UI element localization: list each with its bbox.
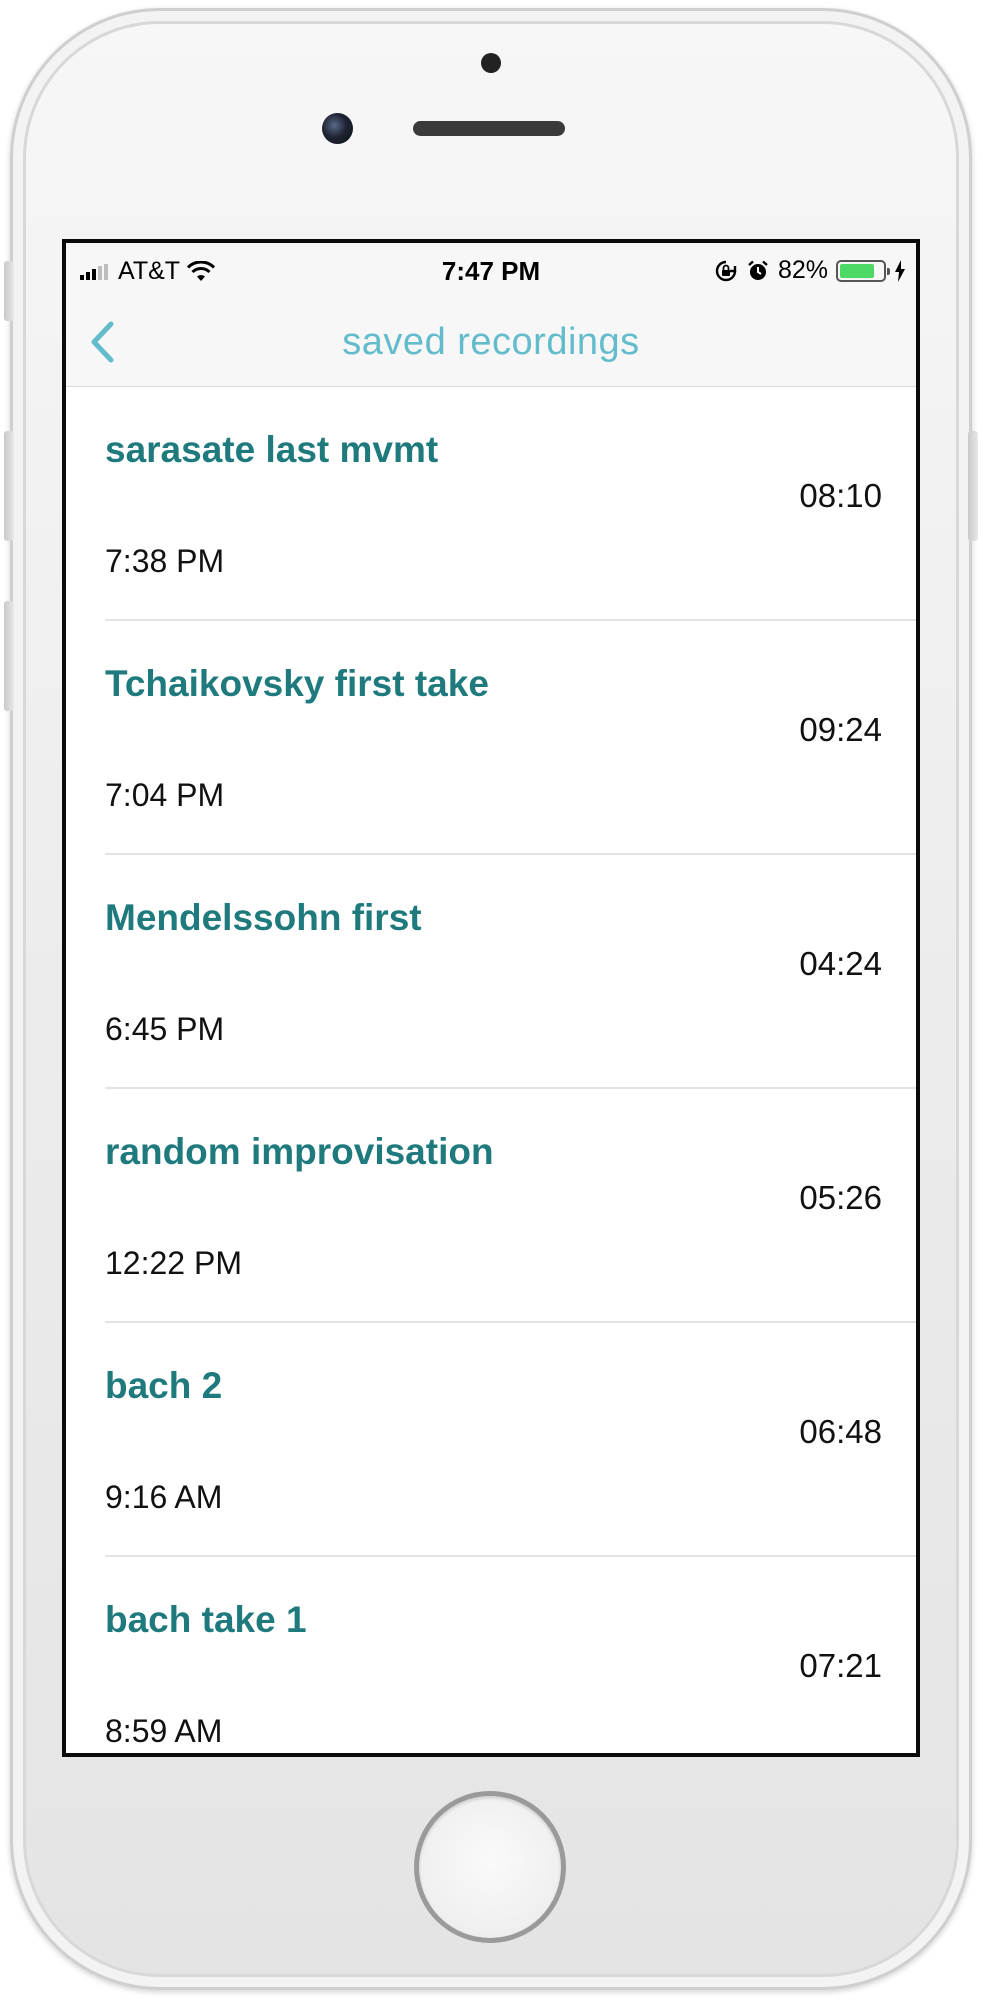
recording-duration: 04:24 bbox=[799, 945, 882, 982]
recording-title: Tchaikovsky first take bbox=[105, 663, 489, 704]
mute-switch bbox=[4, 261, 14, 321]
recording-duration: 07:21 bbox=[799, 1647, 882, 1684]
volume-down-button bbox=[4, 601, 14, 711]
battery-terminal bbox=[887, 267, 890, 275]
recording-time: 12:22 PM bbox=[105, 1245, 242, 1281]
recording-duration: 06:48 bbox=[799, 1413, 882, 1450]
recording-duration: 09:24 bbox=[799, 711, 882, 748]
recording-time: 6:45 PM bbox=[105, 1011, 225, 1047]
recording-row[interactable]: random improvisation 05:26 12:22 PM bbox=[66, 1089, 916, 1323]
recording-time: 7:38 PM bbox=[105, 543, 225, 579]
recording-title: bach 2 bbox=[105, 1365, 223, 1406]
recording-time: 8:59 AM bbox=[105, 1713, 223, 1749]
status-right: 82% bbox=[714, 256, 906, 285]
battery-icon bbox=[836, 259, 890, 282]
alarm-icon bbox=[748, 260, 768, 280]
recording-title: sarasate last mvmt bbox=[105, 429, 439, 470]
rotation-lock-icon bbox=[715, 260, 737, 281]
recording-row[interactable]: Tchaikovsky first take 09:24 7:04 PM bbox=[66, 621, 916, 855]
recording-row[interactable]: bach take 1 07:21 8:59 AM bbox=[66, 1557, 916, 1753]
recordings-list: sarasate last mvmt 08:10 7:38 PM Tchaiko… bbox=[66, 387, 916, 1753]
recording-title: Mendelssohn first bbox=[105, 897, 422, 938]
recording-row[interactable]: bach 2 06:48 9:16 AM bbox=[66, 1323, 916, 1557]
battery-level-fill bbox=[840, 263, 875, 278]
recording-time: 7:04 PM bbox=[105, 777, 225, 813]
home-button[interactable] bbox=[414, 1791, 566, 1943]
recording-duration: 05:26 bbox=[799, 1179, 882, 1216]
charging-bolt-icon bbox=[895, 259, 905, 282]
power-button bbox=[968, 431, 978, 541]
screen: AT&T 7:47 PM 82% saved recordings sarasa… bbox=[62, 239, 920, 1757]
volume-up-button bbox=[4, 431, 14, 541]
earpiece-speaker bbox=[413, 121, 565, 136]
navigation-bar: saved recordings bbox=[66, 299, 916, 387]
recording-duration: 08:10 bbox=[799, 477, 882, 514]
recording-row[interactable]: Mendelssohn first 04:24 6:45 PM bbox=[66, 855, 916, 1089]
proximity-sensor bbox=[481, 53, 501, 73]
recording-time: 9:16 AM bbox=[105, 1479, 223, 1515]
recording-title: random improvisation bbox=[105, 1131, 494, 1172]
recording-title: bach take 1 bbox=[105, 1599, 307, 1640]
battery-percent: 82% bbox=[777, 256, 828, 284]
page-title: saved recordings bbox=[342, 321, 640, 363]
front-camera bbox=[322, 113, 353, 144]
recording-row[interactable]: sarasate last mvmt 08:10 7:38 PM bbox=[66, 387, 916, 621]
status-bar: AT&T 7:47 PM 82% bbox=[66, 243, 916, 299]
